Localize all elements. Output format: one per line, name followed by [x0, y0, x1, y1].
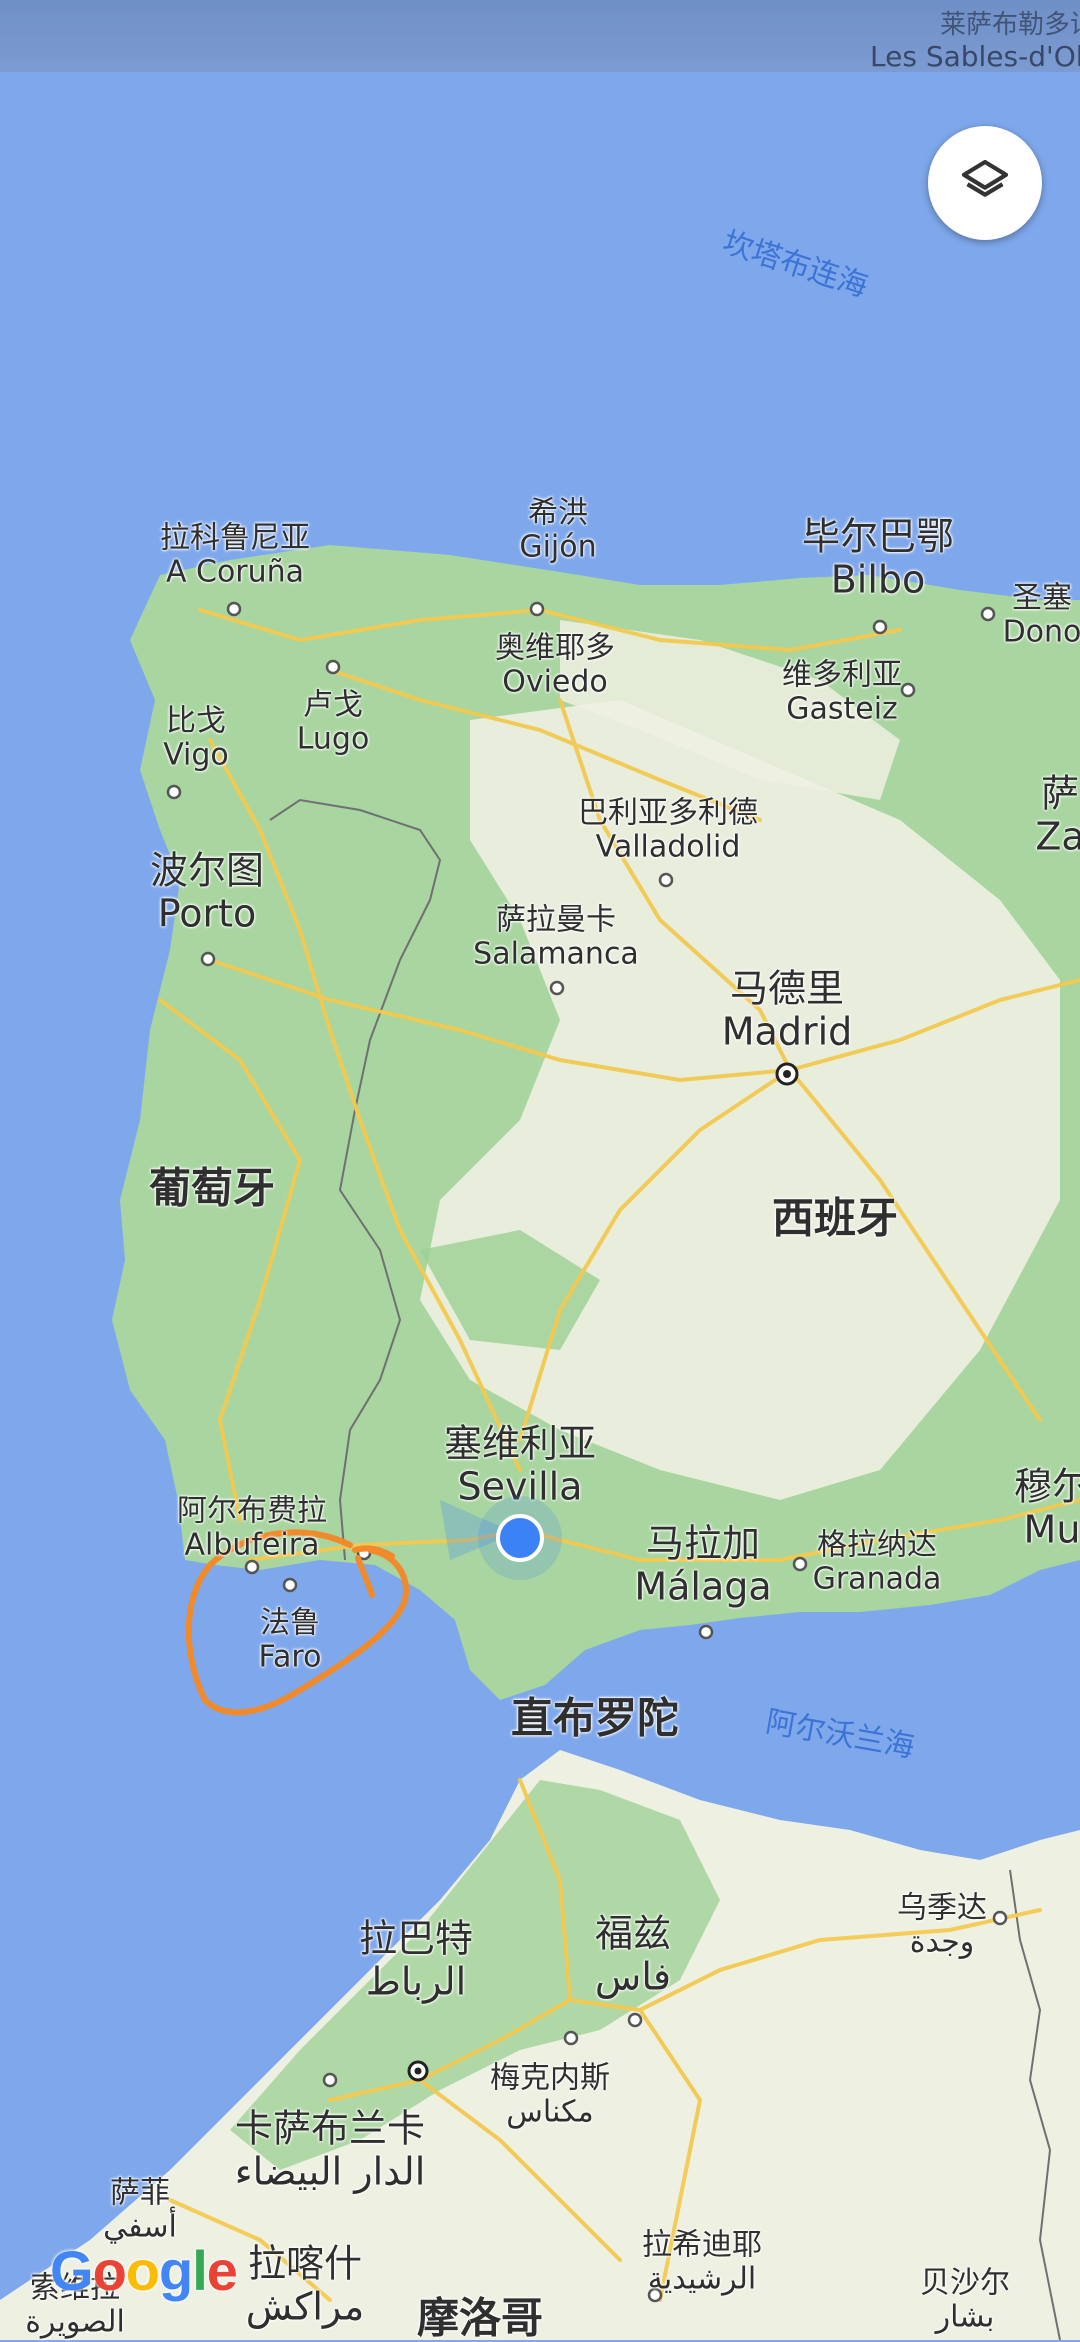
city-label-fes[interactable]: 福兹 فاس [595, 1912, 671, 1997]
layers-icon [961, 159, 1009, 197]
city-label-coruna[interactable]: 拉科鲁尼亚 A Coruña [160, 521, 310, 588]
country-label-spain: 西班牙 [771, 1193, 899, 1243]
city-label-bilbo[interactable]: 毕尔巴鄂 Bilbo [802, 515, 954, 600]
city-label-albufeira[interactable]: 阿尔布费拉 Albufeira [177, 1494, 327, 1561]
map-view[interactable]: 坎塔布连海 阿尔沃兰海 葡萄牙 西班牙 摩洛哥 拉科鲁尼亚 A Coruña 希洪… [0, 0, 1080, 2342]
city-label-gijon[interactable]: 希洪 Gijón [519, 496, 596, 563]
city-label-zaragoza[interactable]: 萨 Za [1035, 772, 1080, 857]
city-label-sevilla[interactable]: 塞维利亚 Sevilla [444, 1422, 596, 1507]
city-label-malaga[interactable]: 马拉加 Málaga [634, 1522, 771, 1607]
status-bar: Les Sables-d'Olo 莱萨布勒多讷 [0, 0, 1080, 73]
city-label-porto[interactable]: 波尔图 Porto [150, 849, 264, 934]
city-label-meknes[interactable]: 梅克内斯 مكناس [490, 2061, 610, 2128]
layers-button[interactable] [928, 126, 1042, 240]
city-label-vigo[interactable]: 比戈 Vigo [163, 704, 229, 771]
city-label-oujda[interactable]: 乌季达 وجدة [897, 1891, 987, 1958]
country-label-portugal: 葡萄牙 [148, 1163, 276, 1213]
city-label-safi[interactable]: 萨菲 أسفي [103, 2176, 177, 2243]
city-label-granada[interactable]: 格拉纳达 Granada [813, 1528, 942, 1595]
city-label-errachidia[interactable]: 拉希迪耶 الرشيدية [642, 2228, 762, 2295]
city-label-oviedo[interactable]: 奥维耶多 Oviedo [495, 631, 615, 698]
city-label-donostia[interactable]: 圣塞 Dono [1003, 581, 1080, 648]
city-label-salamanca[interactable]: 萨拉曼卡 Salamanca [473, 903, 639, 970]
city-label-valladolid[interactable]: 巴利亚多利德 Valladolid [578, 796, 758, 863]
country-label-morocco: 摩洛哥 [416, 2293, 544, 2342]
city-label-marrakesh[interactable]: 拉喀什 مراكش [246, 2242, 364, 2327]
current-location-dot[interactable] [496, 1514, 544, 1562]
city-label-lugo[interactable]: 卢戈 Lugo [297, 688, 370, 755]
city-label-murcia[interactable]: 穆尔 Mu [1014, 1465, 1080, 1550]
city-label-bechar[interactable]: 贝沙尔 بشار [920, 2266, 1010, 2333]
city-label-faro[interactable]: 法鲁 Faro [259, 1606, 322, 1673]
city-label-casablanca[interactable]: 卡萨布兰卡 الدار البيضاء [235, 2107, 426, 2192]
city-label-rabat[interactable]: 拉巴特 الرباط [359, 1917, 473, 2002]
city-label-madrid[interactable]: 马德里 Madrid [722, 967, 853, 1052]
place-label-gibraltar[interactable]: 直布罗陀 [511, 1694, 679, 1741]
partial-place-label: Les Sables-d'Olo [870, 40, 1080, 73]
city-label-gasteiz[interactable]: 维多利亚 Gasteiz [782, 658, 902, 725]
partial-place-label-zh: 莱萨布勒多讷 [940, 10, 1080, 40]
google-logo: Google [50, 2239, 238, 2302]
